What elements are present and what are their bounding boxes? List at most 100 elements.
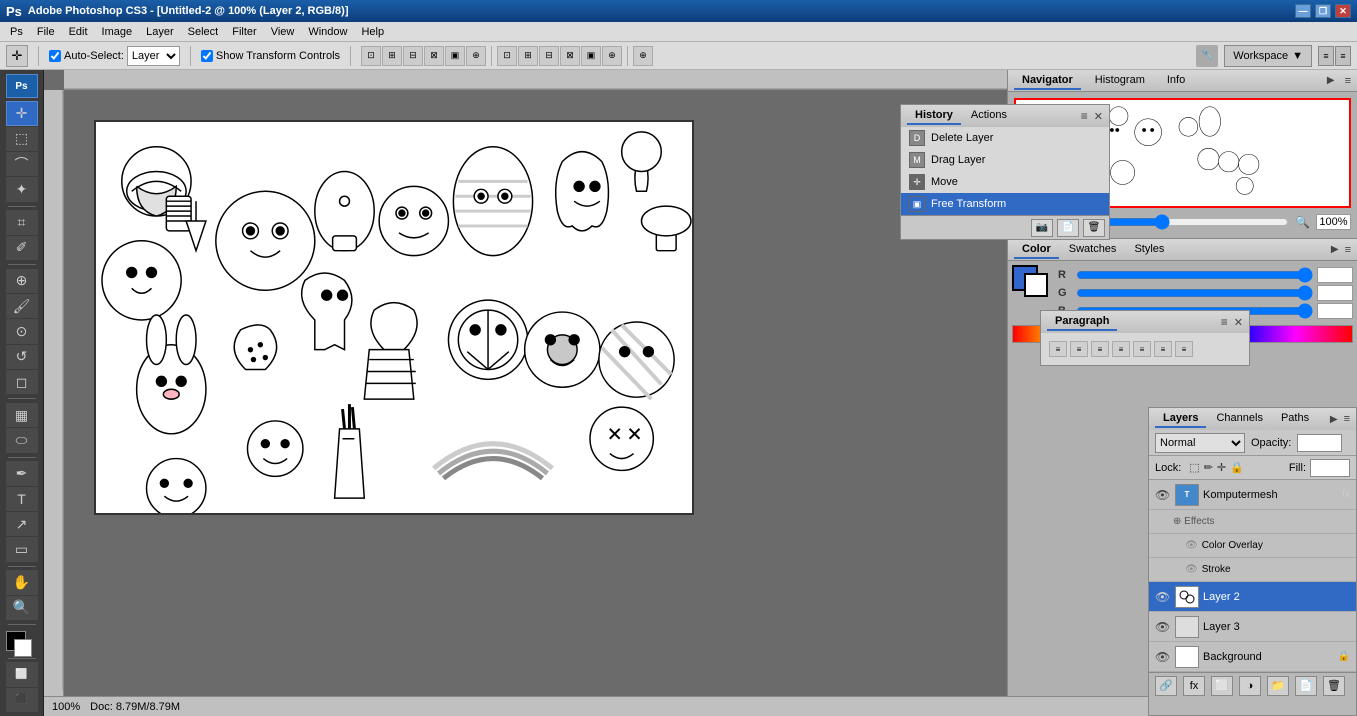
paragraph-close-btn[interactable]: ✕ xyxy=(1234,316,1243,329)
menu-image[interactable]: Image xyxy=(96,24,139,40)
document-canvas[interactable] xyxy=(94,120,694,515)
layer-item-background[interactable]: 👁 Background 🔒 xyxy=(1149,642,1356,672)
auto-align-icon[interactable]: ⊕ xyxy=(633,46,653,66)
hand-tool[interactable]: ✋ xyxy=(6,570,38,594)
clone-stamp-tool[interactable]: ⊙ xyxy=(6,319,38,343)
crop-tool[interactable]: ⌗ xyxy=(6,210,38,234)
align-top-icon[interactable]: ⊠ xyxy=(424,46,444,66)
tab-layers[interactable]: Layers xyxy=(1155,410,1206,428)
layer-visibility-layer2[interactable]: 👁 xyxy=(1155,590,1171,604)
brush-tool[interactable]: 🖌 xyxy=(6,294,38,318)
menu-window[interactable]: Window xyxy=(302,24,353,40)
menu-ps[interactable]: Ps xyxy=(4,24,29,40)
auto-select-checkbox[interactable] xyxy=(49,50,61,62)
close-button[interactable]: ✕ xyxy=(1335,4,1351,18)
blend-mode-select[interactable]: Normal Multiply Screen Overlay xyxy=(1155,433,1245,453)
layer-fx-komputermesh[interactable]: fx xyxy=(1342,489,1350,500)
menu-select[interactable]: Select xyxy=(182,24,225,40)
menu-file[interactable]: File xyxy=(31,24,61,40)
distribute-left-icon[interactable]: ⊡ xyxy=(497,46,517,66)
tab-navigator[interactable]: Navigator xyxy=(1014,72,1081,90)
path-select-tool[interactable]: ↗ xyxy=(6,512,38,536)
healing-brush-tool[interactable]: ⊕ xyxy=(6,269,38,293)
window-controls[interactable]: — ❐ ✕ xyxy=(1295,4,1351,18)
color-menu-btn[interactable]: ≡ xyxy=(1345,244,1351,256)
zoom-tool[interactable]: 🔍 xyxy=(6,596,38,620)
panel-toggle-1[interactable]: ≡ xyxy=(1318,46,1334,66)
menu-edit[interactable]: Edit xyxy=(63,24,94,40)
snapshot-btn[interactable]: 📷 xyxy=(1031,219,1053,237)
tool-preset-btn[interactable]: 🔧 xyxy=(1196,45,1218,67)
lock-pixels-icon[interactable]: ✏ xyxy=(1204,461,1213,474)
move-tool-icon[interactable]: ✛ xyxy=(6,45,28,67)
background-swatch[interactable] xyxy=(1024,273,1048,297)
type-tool[interactable]: T xyxy=(6,487,38,511)
new-document-btn[interactable]: 📄 xyxy=(1057,219,1079,237)
layer-visibility-komputermesh[interactable]: 👁 xyxy=(1155,488,1171,502)
menu-layer[interactable]: Layer xyxy=(140,24,180,40)
distribute-bottom-icon[interactable]: ⊕ xyxy=(602,46,622,66)
layer-effect-stroke[interactable]: 👁 Stroke xyxy=(1149,558,1356,582)
gradient-tool[interactable]: ▦ xyxy=(6,403,38,427)
auto-select-dropdown[interactable]: Layer Group xyxy=(127,46,180,66)
layer-item-layer2[interactable]: 👁 Layer 2 xyxy=(1149,582,1356,612)
b-value[interactable]: 255 xyxy=(1317,303,1353,319)
layer-mask-btn[interactable]: ⬜ xyxy=(1211,676,1233,696)
history-more-btn[interactable]: ≡ xyxy=(1081,109,1088,123)
distribute-middle-icon[interactable]: ▣ xyxy=(581,46,601,66)
distribute-top-icon[interactable]: ⊠ xyxy=(560,46,580,66)
ps-logo-btn[interactable]: Ps xyxy=(6,74,38,98)
eraser-tool[interactable]: ◻ xyxy=(6,370,38,394)
delete-state-btn[interactable]: 🗑 xyxy=(1083,219,1105,237)
align-center-btn[interactable]: ≡ xyxy=(1070,341,1088,357)
pen-tool[interactable]: ✒ xyxy=(6,461,38,485)
tab-actions[interactable]: Actions xyxy=(963,107,1015,125)
align-right-icon[interactable]: ⊟ xyxy=(403,46,423,66)
justify-all-btn[interactable]: ≡ xyxy=(1175,341,1193,357)
layer-link-btn[interactable]: 🔗 xyxy=(1155,676,1177,696)
navigator-menu-btn[interactable]: ≡ xyxy=(1345,75,1351,87)
distribute-right-icon[interactable]: ⊟ xyxy=(539,46,559,66)
g-value[interactable]: 255 xyxy=(1317,285,1353,301)
lock-all-icon[interactable]: 🔒 xyxy=(1230,461,1244,474)
menu-help[interactable]: Help xyxy=(355,24,390,40)
justify-center-btn[interactable]: ≡ xyxy=(1133,341,1151,357)
move-tool[interactable]: ✛ xyxy=(6,101,38,125)
layer-item-layer3[interactable]: 👁 Layer 3 xyxy=(1149,612,1356,642)
history-item-free-transform[interactable]: ▣ Free Transform xyxy=(901,193,1109,215)
paragraph-more-btn[interactable]: ≡ xyxy=(1221,315,1228,329)
lasso-tool[interactable]: ⌒ xyxy=(6,152,38,176)
align-middle-icon[interactable]: ▣ xyxy=(445,46,465,66)
navigator-collapse-btn[interactable]: ▶ xyxy=(1327,75,1335,86)
minimize-button[interactable]: — xyxy=(1295,4,1311,18)
fg-bg-selector[interactable] xyxy=(1012,265,1052,297)
nav-zoom-in-icon[interactable]: 🔍 xyxy=(1295,215,1310,229)
g-slider[interactable] xyxy=(1076,286,1313,300)
tab-color[interactable]: Color xyxy=(1014,241,1059,259)
layer-group-btn[interactable]: 📁 xyxy=(1267,676,1289,696)
background-color[interactable] xyxy=(14,639,32,657)
history-item-delete-layer[interactable]: D Delete Layer xyxy=(901,127,1109,149)
menu-filter[interactable]: Filter xyxy=(226,24,262,40)
workspace-button[interactable]: Workspace ▼ xyxy=(1224,45,1312,67)
eyedropper-tool[interactable]: ✐ xyxy=(6,236,38,260)
transform-controls-checkbox[interactable] xyxy=(201,50,213,62)
layer-item-komputermesh[interactable]: 👁 T Komputermesh fx xyxy=(1149,480,1356,510)
tab-info[interactable]: Info xyxy=(1159,72,1193,90)
dodge-tool[interactable]: ⬭ xyxy=(6,428,38,452)
align-center-h-icon[interactable]: ⊞ xyxy=(382,46,402,66)
layer-style-btn[interactable]: fx xyxy=(1183,676,1205,696)
justify-right-btn[interactable]: ≡ xyxy=(1154,341,1172,357)
layers-collapse-btn[interactable]: ▶ xyxy=(1330,414,1338,425)
shape-tool[interactable]: ▭ xyxy=(6,537,38,561)
tab-channels[interactable]: Channels xyxy=(1208,410,1270,428)
tab-histogram[interactable]: Histogram xyxy=(1087,72,1153,90)
justify-left-btn[interactable]: ≡ xyxy=(1112,341,1130,357)
lock-position-icon[interactable]: ✛ xyxy=(1217,461,1226,474)
panel-toggle-2[interactable]: ≡ xyxy=(1335,46,1351,66)
layers-menu-btn[interactable]: ≡ xyxy=(1344,413,1350,425)
layer-new-btn[interactable]: 📄 xyxy=(1295,676,1317,696)
history-brush-tool[interactable]: ↺ xyxy=(6,345,38,369)
color-collapse-btn[interactable]: ▶ xyxy=(1331,244,1339,255)
tab-paths[interactable]: Paths xyxy=(1273,410,1317,428)
